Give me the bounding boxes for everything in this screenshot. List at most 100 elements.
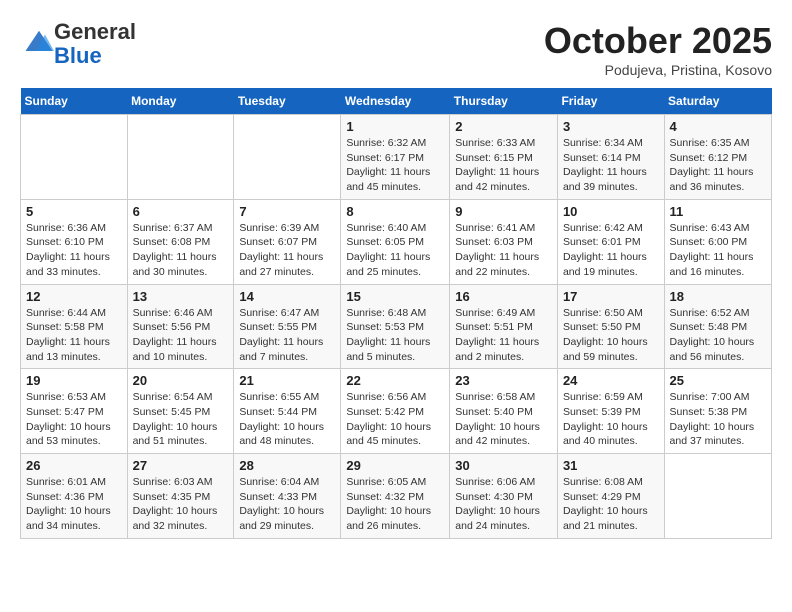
day-info: Sunrise: 6:06 AM Sunset: 4:30 PM Dayligh… [455,475,552,534]
day-number: 10 [563,204,659,219]
day-number: 6 [133,204,229,219]
calendar-week-row: 1 Sunrise: 6:32 AM Sunset: 6:17 PM Daylig… [21,115,772,200]
calendar-day-cell: 23 Sunrise: 6:58 AM Sunset: 5:40 PM Dayli… [450,369,558,454]
calendar-day-cell: 22Sunrise: 6:56 AM Sunset: 5:42 PM Dayli… [341,369,450,454]
day-number: 25 [670,373,766,388]
day-info: Sunrise: 7:00 AM Sunset: 5:38 PM Dayligh… [670,390,766,449]
day-number: 5 [26,204,122,219]
calendar-day-cell: 7 Sunrise: 6:39 AM Sunset: 6:07 PM Daylig… [234,199,341,284]
calendar-day-cell: 5 Sunrise: 6:36 AM Sunset: 6:10 PM Daylig… [21,199,128,284]
day-info: Sunrise: 6:39 AM Sunset: 6:07 PM Dayligh… [239,221,335,280]
calendar-week-row: 12Sunrise: 6:44 AM Sunset: 5:58 PM Dayli… [21,284,772,369]
day-info: Sunrise: 6:03 AM Sunset: 4:35 PM Dayligh… [133,475,229,534]
day-number: 30 [455,458,552,473]
calendar-day-cell: 16 Sunrise: 6:49 AM Sunset: 5:51 PM Dayli… [450,284,558,369]
day-info: Sunrise: 6:59 AM Sunset: 5:39 PM Dayligh… [563,390,659,449]
calendar-day-cell: 3Sunrise: 6:34 AM Sunset: 6:14 PM Daylig… [557,115,664,200]
calendar-day-cell: 10Sunrise: 6:42 AM Sunset: 6:01 PM Dayli… [557,199,664,284]
day-number: 29 [346,458,444,473]
day-number: 3 [563,119,659,134]
month-title: October 2025 [544,20,772,62]
calendar-day-cell: 8 Sunrise: 6:40 AM Sunset: 6:05 PM Daylig… [341,199,450,284]
weekday-header-row: SundayMondayTuesdayWednesdayThursdayFrid… [21,88,772,115]
day-info: Sunrise: 6:48 AM Sunset: 5:53 PM Dayligh… [346,306,444,365]
calendar-day-cell: 17Sunrise: 6:50 AM Sunset: 5:50 PM Dayli… [557,284,664,369]
day-info: Sunrise: 6:05 AM Sunset: 4:32 PM Dayligh… [346,475,444,534]
day-number: 26 [26,458,122,473]
day-info: Sunrise: 6:32 AM Sunset: 6:17 PM Dayligh… [346,136,444,195]
day-number: 23 [455,373,552,388]
logo-general-text: General [54,19,136,44]
day-number: 1 [346,119,444,134]
calendar-day-cell: 31 Sunrise: 6:08 AM Sunset: 4:29 PM Dayli… [557,454,664,539]
day-info: Sunrise: 6:58 AM Sunset: 5:40 PM Dayligh… [455,390,552,449]
calendar-day-cell: 11Sunrise: 6:43 AM Sunset: 6:00 PM Dayli… [664,199,771,284]
day-number: 13 [133,289,229,304]
day-number: 8 [346,204,444,219]
calendar-day-cell: 18Sunrise: 6:52 AM Sunset: 5:48 PM Dayli… [664,284,771,369]
day-info: Sunrise: 6:08 AM Sunset: 4:29 PM Dayligh… [563,475,659,534]
calendar-day-cell: 15 Sunrise: 6:48 AM Sunset: 5:53 PM Dayli… [341,284,450,369]
calendar-day-cell: 13Sunrise: 6:46 AM Sunset: 5:56 PM Dayli… [127,284,234,369]
calendar-day-cell: 6 Sunrise: 6:37 AM Sunset: 6:08 PM Daylig… [127,199,234,284]
location-subtitle: Podujeva, Pristina, Kosovo [544,62,772,78]
day-number: 27 [133,458,229,473]
page-header: General Blue October 2025 Podujeva, Pris… [20,20,772,78]
weekday-header-cell: Monday [127,88,234,115]
day-info: Sunrise: 6:04 AM Sunset: 4:33 PM Dayligh… [239,475,335,534]
day-number: 11 [670,204,766,219]
calendar-day-cell: 12Sunrise: 6:44 AM Sunset: 5:58 PM Dayli… [21,284,128,369]
day-number: 20 [133,373,229,388]
logo-icon [24,27,54,57]
calendar-day-cell: 14 Sunrise: 6:47 AM Sunset: 5:55 PM Dayli… [234,284,341,369]
calendar-day-cell: 9 Sunrise: 6:41 AM Sunset: 6:03 PM Daylig… [450,199,558,284]
calendar-day-cell: 30 Sunrise: 6:06 AM Sunset: 4:30 PM Dayli… [450,454,558,539]
calendar-day-cell: 26 Sunrise: 6:01 AM Sunset: 4:36 PM Dayli… [21,454,128,539]
weekday-header-cell: Saturday [664,88,771,115]
day-number: 7 [239,204,335,219]
calendar-day-cell [21,115,128,200]
day-number: 4 [670,119,766,134]
calendar-day-cell: 24 Sunrise: 6:59 AM Sunset: 5:39 PM Dayli… [557,369,664,454]
day-number: 18 [670,289,766,304]
calendar-week-row: 26 Sunrise: 6:01 AM Sunset: 4:36 PM Dayli… [21,454,772,539]
calendar-day-cell: 20 Sunrise: 6:54 AM Sunset: 5:45 PM Dayli… [127,369,234,454]
logo: General Blue [20,20,136,68]
weekday-header-cell: Sunday [21,88,128,115]
day-info: Sunrise: 6:54 AM Sunset: 5:45 PM Dayligh… [133,390,229,449]
calendar-week-row: 5 Sunrise: 6:36 AM Sunset: 6:10 PM Daylig… [21,199,772,284]
calendar-day-cell: 25 Sunrise: 7:00 AM Sunset: 5:38 PM Dayli… [664,369,771,454]
day-info: Sunrise: 6:55 AM Sunset: 5:44 PM Dayligh… [239,390,335,449]
calendar-day-cell: 4Sunrise: 6:35 AM Sunset: 6:12 PM Daylig… [664,115,771,200]
day-info: Sunrise: 6:01 AM Sunset: 4:36 PM Dayligh… [26,475,122,534]
day-info: Sunrise: 6:49 AM Sunset: 5:51 PM Dayligh… [455,306,552,365]
day-number: 14 [239,289,335,304]
calendar-day-cell: 19Sunrise: 6:53 AM Sunset: 5:47 PM Dayli… [21,369,128,454]
weekday-header-cell: Thursday [450,88,558,115]
calendar-body: 1 Sunrise: 6:32 AM Sunset: 6:17 PM Daylig… [21,115,772,539]
day-info: Sunrise: 6:37 AM Sunset: 6:08 PM Dayligh… [133,221,229,280]
calendar-day-cell: 1 Sunrise: 6:32 AM Sunset: 6:17 PM Daylig… [341,115,450,200]
day-info: Sunrise: 6:47 AM Sunset: 5:55 PM Dayligh… [239,306,335,365]
day-number: 24 [563,373,659,388]
day-number: 21 [239,373,335,388]
weekday-header-cell: Wednesday [341,88,450,115]
calendar-day-cell [127,115,234,200]
calendar-day-cell: 2Sunrise: 6:33 AM Sunset: 6:15 PM Daylig… [450,115,558,200]
title-block: October 2025 Podujeva, Pristina, Kosovo [544,20,772,78]
calendar-day-cell: 29 Sunrise: 6:05 AM Sunset: 4:32 PM Dayli… [341,454,450,539]
calendar-day-cell [664,454,771,539]
day-number: 31 [563,458,659,473]
day-number: 9 [455,204,552,219]
day-number: 15 [346,289,444,304]
day-info: Sunrise: 6:41 AM Sunset: 6:03 PM Dayligh… [455,221,552,280]
day-info: Sunrise: 6:40 AM Sunset: 6:05 PM Dayligh… [346,221,444,280]
day-info: Sunrise: 6:36 AM Sunset: 6:10 PM Dayligh… [26,221,122,280]
calendar-day-cell: 28Sunrise: 6:04 AM Sunset: 4:33 PM Dayli… [234,454,341,539]
day-number: 17 [563,289,659,304]
weekday-header-cell: Tuesday [234,88,341,115]
day-number: 19 [26,373,122,388]
day-number: 16 [455,289,552,304]
day-number: 2 [455,119,552,134]
logo-blue-text: Blue [54,43,102,68]
